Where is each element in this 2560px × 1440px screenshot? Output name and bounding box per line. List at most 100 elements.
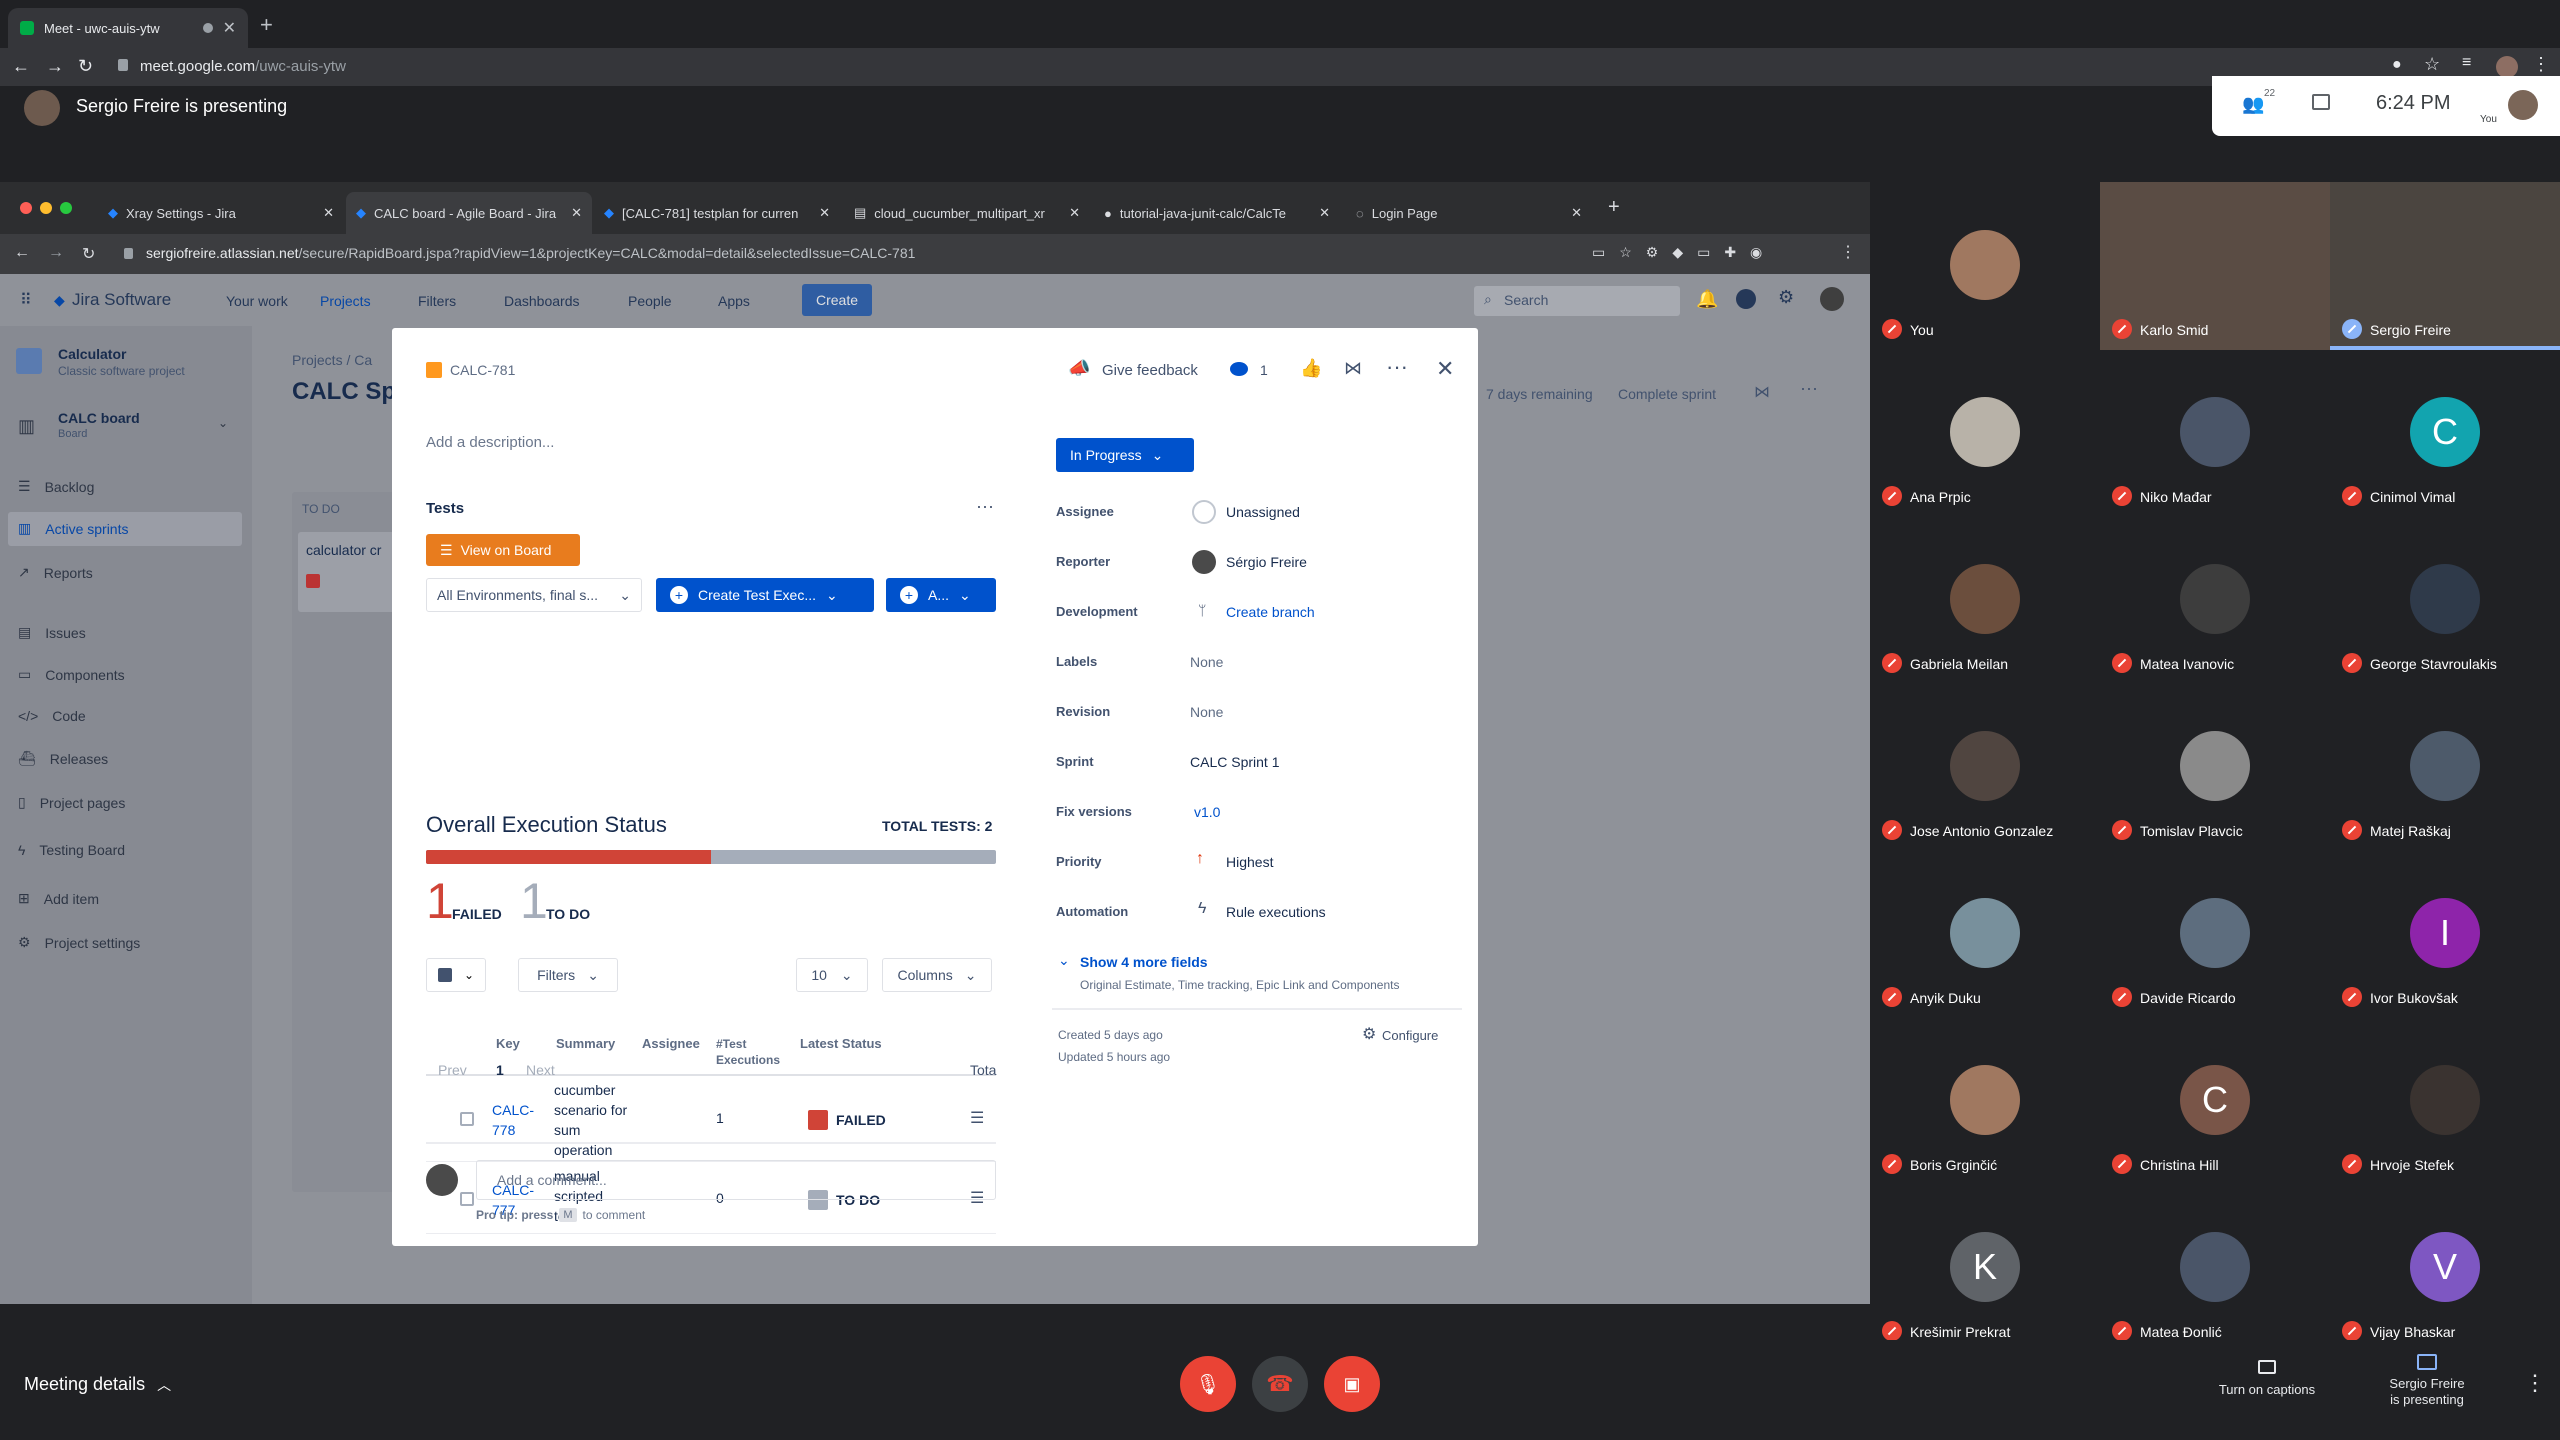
complete-sprint-button[interactable]: Complete sprint bbox=[1618, 386, 1716, 402]
sidebar-item-releases[interactable]: ⛴ Releases bbox=[18, 750, 108, 767]
back-icon[interactable]: ← bbox=[12, 56, 30, 77]
sidebar-item-project-pages[interactable]: ▯ Project pages bbox=[18, 794, 125, 811]
presenting-status-button[interactable]: Sergio Freire is presenting bbox=[2372, 1354, 2482, 1408]
pager-next[interactable]: Next bbox=[526, 1062, 555, 1078]
pager-prev[interactable]: Prev bbox=[438, 1062, 467, 1078]
field-assignee[interactable]: Unassigned bbox=[1226, 504, 1300, 520]
window-min-dot[interactable] bbox=[40, 202, 52, 214]
watch-eye-icon[interactable] bbox=[1230, 362, 1248, 376]
create-test-execution-button[interactable]: + Create Test Exec... ⌄ bbox=[656, 578, 874, 612]
participant-tile[interactable]: Davide Ricardo bbox=[2100, 850, 2330, 1018]
participant-tile[interactable]: Anyik Duku bbox=[1870, 850, 2100, 1018]
close-icon[interactable]: ✕ bbox=[1436, 356, 1454, 382]
inner-tab-active[interactable]: ◆ CALC board - Agile Board - Jira ✕ bbox=[346, 192, 592, 234]
chevron-down-icon[interactable]: ⌄ bbox=[218, 416, 228, 430]
notifications-icon[interactable]: 🔔 bbox=[1696, 289, 1718, 310]
close-tab-icon[interactable]: ✕ bbox=[571, 205, 582, 221]
new-tab-button[interactable]: + bbox=[260, 12, 273, 38]
show-more-fields[interactable]: Show 4 more fields bbox=[1080, 954, 1208, 970]
view-on-board-button[interactable]: ☰ View on Board bbox=[426, 534, 580, 566]
participant-tile[interactable]: Niko Mađar bbox=[2100, 349, 2330, 517]
participant-tile[interactable]: Matea Đonlić bbox=[2100, 1184, 2330, 1352]
participant-tile[interactable]: V Vijay Bhaskar bbox=[2330, 1184, 2560, 1352]
share-icon[interactable]: ⋈ bbox=[1754, 382, 1770, 402]
sidebar-item-issues[interactable]: ▤ Issues bbox=[18, 624, 86, 641]
hang-up-button[interactable]: ☎ bbox=[1252, 1356, 1308, 1412]
window-close-dot[interactable] bbox=[20, 202, 32, 214]
close-tab-icon[interactable]: ✕ bbox=[323, 205, 334, 221]
chrome-menu-icon[interactable]: ⋮ bbox=[2532, 54, 2550, 75]
chrome-menu-icon[interactable]: ⋮ bbox=[1840, 242, 1856, 262]
sidebar-item-project-settings[interactable]: ⚙ Project settings bbox=[18, 934, 140, 951]
nav-filters[interactable]: Filters bbox=[418, 293, 456, 309]
participant-tile[interactable]: I Ivor Bukovšak bbox=[2330, 850, 2560, 1018]
close-tab-icon[interactable]: ✕ bbox=[1571, 205, 1582, 221]
sidebar-item-testing-board[interactable]: ϟ Testing Board bbox=[18, 842, 125, 858]
inner-tab[interactable]: ◆ Xray Settings - Jira ✕ bbox=[98, 192, 344, 234]
field-reporter[interactable]: Sérgio Freire bbox=[1226, 554, 1307, 570]
people-icon[interactable]: 👥 bbox=[2242, 94, 2264, 115]
give-feedback-button[interactable]: Give feedback bbox=[1102, 362, 1198, 379]
field-fix-versions[interactable]: v1.0 bbox=[1194, 804, 1220, 820]
field-priority[interactable]: Highest bbox=[1226, 854, 1273, 870]
nav-your-work[interactable]: Your work bbox=[226, 293, 288, 309]
help-icon[interactable] bbox=[1736, 289, 1756, 309]
participant-tile[interactable]: K Krešimir Prekrat bbox=[1870, 1184, 2100, 1352]
more-actions-icon[interactable]: ··· bbox=[1386, 354, 1408, 380]
nav-people[interactable]: People bbox=[628, 293, 672, 309]
more-options-icon[interactable]: ⋮ bbox=[2524, 1370, 2546, 1396]
inner-tab[interactable]: ◆ [CALC-781] testplan for curren ✕ bbox=[594, 192, 840, 234]
issue-key[interactable]: CALC-781 bbox=[450, 362, 515, 378]
filters-dropdown[interactable]: Filters ⌄ bbox=[518, 958, 618, 992]
thumbs-up-icon[interactable]: 👍 bbox=[1300, 358, 1322, 379]
bulk-select-dropdown[interactable]: ⌄ bbox=[426, 958, 486, 992]
participant-tile[interactable]: Tomislav Plavcic bbox=[2100, 683, 2330, 851]
app-switcher-icon[interactable]: ⠿ bbox=[20, 290, 32, 310]
participant-tile[interactable]: Boris Grginčić bbox=[1870, 1017, 2100, 1185]
participant-tile[interactable]: Matea Ivanovic bbox=[2100, 516, 2330, 684]
new-tab-button[interactable]: + bbox=[1608, 196, 1620, 219]
page-size-select[interactable]: 10 ⌄ bbox=[796, 958, 868, 992]
sidebar-item-backlog[interactable]: ☰ Backlog bbox=[18, 478, 94, 495]
participant-tile[interactable]: Sergio Freire bbox=[2330, 182, 2560, 350]
camera-off-button[interactable]: ▣ bbox=[1324, 1356, 1380, 1412]
comment-input[interactable]: Add a comment... bbox=[476, 1160, 996, 1200]
captions-button[interactable]: Turn on captions bbox=[2212, 1360, 2322, 1397]
tests-more-icon[interactable]: ··· bbox=[976, 496, 994, 517]
close-tab-icon[interactable]: ✕ bbox=[819, 205, 830, 221]
nav-apps[interactable]: Apps bbox=[718, 293, 750, 309]
user-avatar[interactable] bbox=[1820, 287, 1844, 311]
columns-dropdown[interactable]: Columns ⌄ bbox=[882, 958, 992, 992]
forward-icon[interactable]: → bbox=[46, 56, 64, 77]
nav-create-button[interactable]: Create bbox=[802, 284, 873, 316]
profile-avatar-icon[interactable] bbox=[2496, 56, 2518, 78]
participant-tile[interactable]: Karlo Smid bbox=[2100, 182, 2330, 350]
settings-gear-icon[interactable]: ⚙ bbox=[1778, 287, 1794, 308]
col-summary[interactable]: Summary bbox=[556, 1036, 615, 1051]
sidebar-item-add-item[interactable]: ⊞ Add item bbox=[18, 890, 99, 907]
field-sprint[interactable]: CALC Sprint 1 bbox=[1190, 754, 1279, 770]
board-name[interactable]: CALC board bbox=[58, 410, 140, 426]
participant-tile[interactable]: You bbox=[1870, 182, 2100, 350]
participant-tile[interactable]: C Christina Hill bbox=[2100, 1017, 2330, 1185]
nav-dashboards[interactable]: Dashboards bbox=[504, 293, 580, 309]
environment-select[interactable]: All Environments, final s... ⌄ bbox=[426, 578, 642, 612]
media-icon[interactable]: ≡ bbox=[2462, 54, 2471, 72]
chat-icon[interactable] bbox=[2312, 94, 2330, 110]
extension-icons[interactable]: ▭☆⚙◆▭✚◉ bbox=[1592, 244, 1776, 261]
outer-url[interactable]: meet.google.com/uwc-auis-ytw bbox=[140, 58, 346, 76]
participant-tile[interactable]: C Cinimol Vimal bbox=[2330, 349, 2560, 517]
configure-link[interactable]: Configure bbox=[1382, 1028, 1438, 1043]
col-key[interactable]: Key bbox=[496, 1036, 520, 1051]
inner-tab[interactable]: ● tutorial-java-junit-calc/CalcTe ✕ bbox=[1094, 192, 1340, 234]
participant-tile[interactable]: Hrvoje Stefek bbox=[2330, 1017, 2560, 1185]
close-tab-icon[interactable]: ✕ bbox=[223, 18, 236, 38]
field-revision[interactable]: None bbox=[1190, 704, 1223, 720]
mic-indicator-icon[interactable]: ● bbox=[2392, 56, 2402, 74]
field-create-branch[interactable]: Create branch bbox=[1226, 604, 1315, 620]
meeting-details-button[interactable]: Meeting details ︿ bbox=[24, 1374, 171, 1395]
col-assignee[interactable]: Assignee bbox=[642, 1036, 700, 1051]
pager-page[interactable]: 1 bbox=[496, 1062, 504, 1078]
inner-url[interactable]: sergiofreire.atlassian.net/secure/RapidB… bbox=[146, 245, 915, 261]
participant-tile[interactable]: Gabriela Meilan bbox=[1870, 516, 2100, 684]
